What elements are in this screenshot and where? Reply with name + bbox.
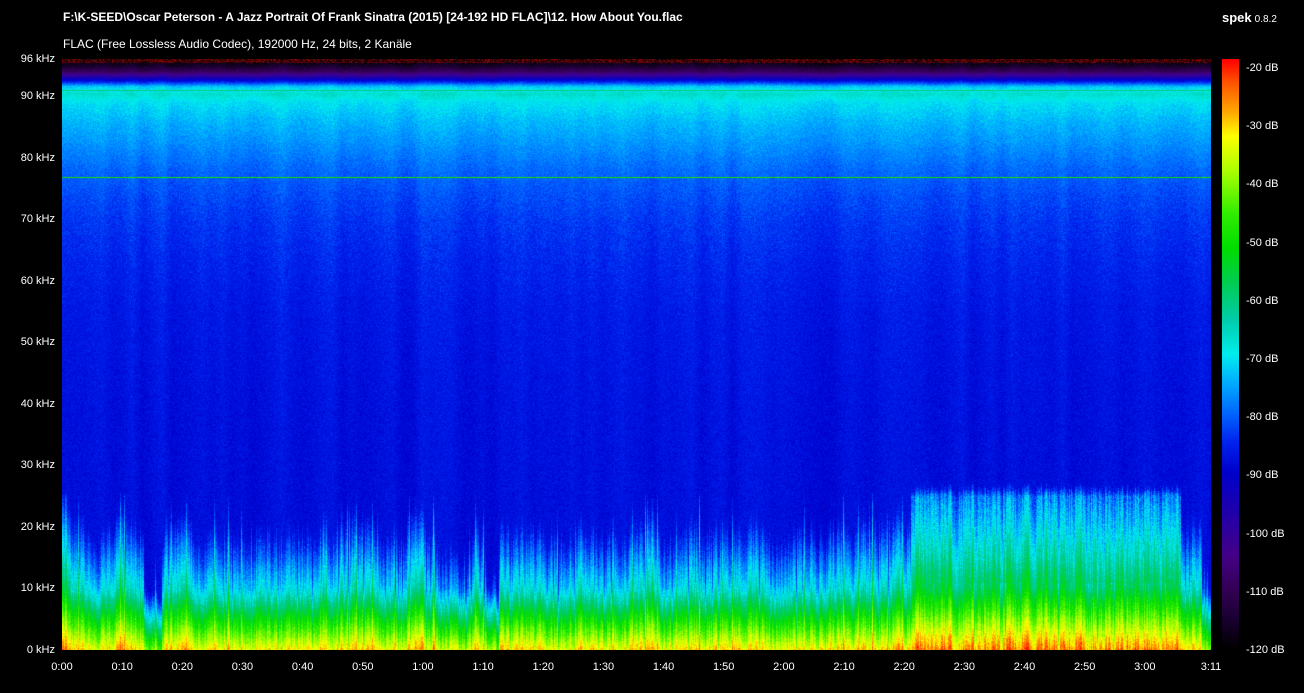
db-label: -80 dB <box>1246 411 1278 423</box>
time-label: 1:40 <box>653 661 674 673</box>
time-label: 0:10 <box>111 661 132 673</box>
spectrogram-canvas <box>62 59 1211 650</box>
time-label: 0:20 <box>172 661 193 673</box>
db-label: -70 dB <box>1246 353 1278 365</box>
freq-label: 96 kHz <box>0 53 55 65</box>
time-label: 0:50 <box>352 661 373 673</box>
freq-label: 0 kHz <box>0 644 55 656</box>
db-label: -120 dB <box>1246 644 1285 656</box>
app-name: spek <box>1222 10 1252 25</box>
freq-label: 50 kHz <box>0 336 55 348</box>
freq-label: 20 kHz <box>0 521 55 533</box>
time-label: 1:20 <box>533 661 554 673</box>
format-info: FLAC (Free Lossless Audio Codec), 192000… <box>63 37 412 51</box>
db-label: -100 dB <box>1246 528 1285 540</box>
time-label: 1:00 <box>412 661 433 673</box>
db-label: -30 dB <box>1246 120 1278 132</box>
freq-label: 60 kHz <box>0 275 55 287</box>
time-label: 2:10 <box>833 661 854 673</box>
time-label: 0:40 <box>292 661 313 673</box>
db-label: -110 dB <box>1246 586 1284 598</box>
db-label: -50 dB <box>1246 237 1278 249</box>
time-label: 1:50 <box>713 661 734 673</box>
time-label: 2:40 <box>1014 661 1035 673</box>
freq-label: 70 kHz <box>0 213 55 225</box>
db-label: -40 dB <box>1246 178 1278 190</box>
time-label: 2:20 <box>893 661 914 673</box>
freq-label: 80 kHz <box>0 152 55 164</box>
time-label: 0:00 <box>51 661 72 673</box>
time-label: 0:30 <box>232 661 253 673</box>
time-label: 1:10 <box>472 661 493 673</box>
freq-label: 40 kHz <box>0 398 55 410</box>
time-label: 1:30 <box>593 661 614 673</box>
time-label: 2:00 <box>773 661 794 673</box>
legend-gradient <box>1222 59 1239 650</box>
freq-label: 10 kHz <box>0 582 55 594</box>
db-label: -90 dB <box>1246 469 1278 481</box>
app-version: 0.8.2 <box>1255 14 1277 25</box>
freq-label: 90 kHz <box>0 90 55 102</box>
db-label: -20 dB <box>1246 62 1278 74</box>
time-label: 2:30 <box>954 661 975 673</box>
app-brand: spek0.8.2 <box>1222 9 1277 27</box>
file-path-title: F:\K-SEED\Oscar Peterson - A Jazz Portra… <box>63 10 683 24</box>
db-label: -60 dB <box>1246 295 1278 307</box>
time-label: 3:00 <box>1134 661 1155 673</box>
time-label: 2:50 <box>1074 661 1095 673</box>
freq-label: 30 kHz <box>0 459 55 471</box>
time-label: 3:11 <box>1201 661 1222 673</box>
